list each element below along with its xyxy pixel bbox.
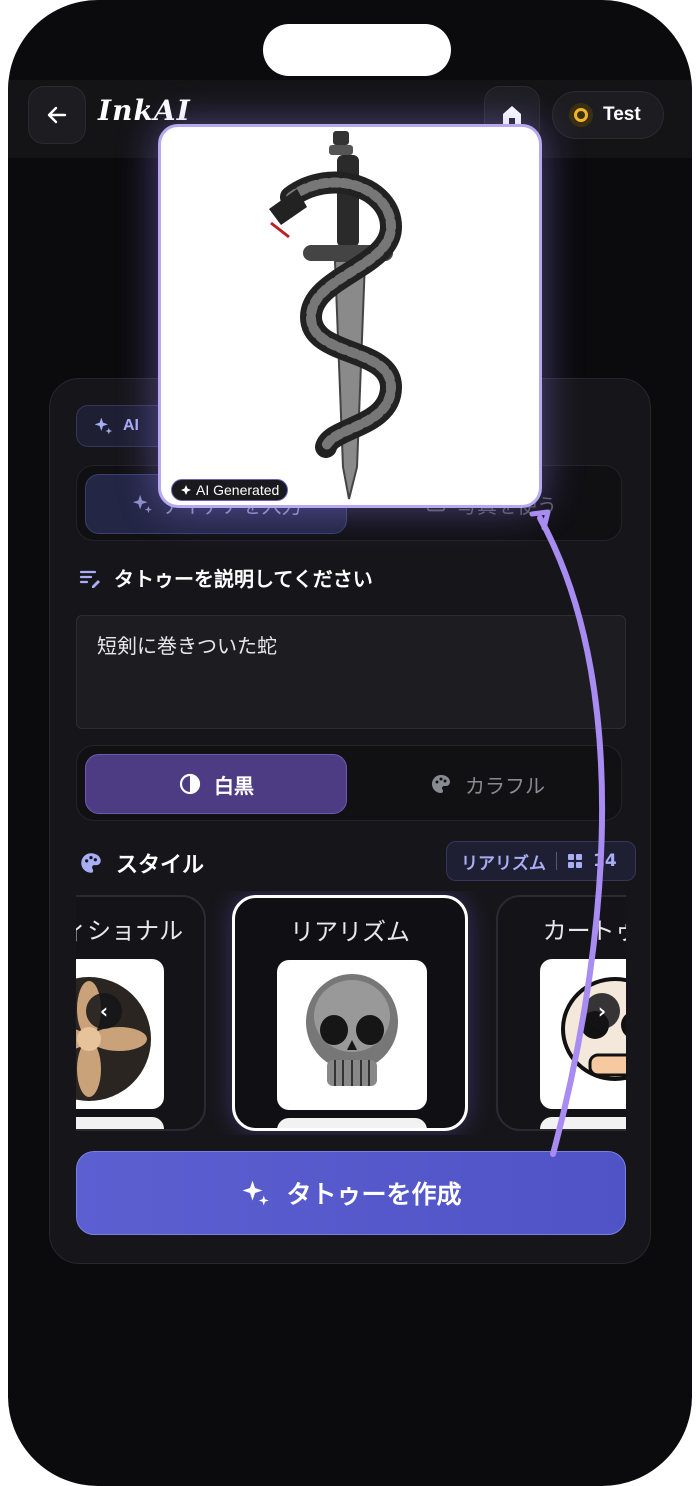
tone-option-colorful[interactable]: カラフル — [359, 754, 615, 814]
create-tattoo-button[interactable]: タトゥーを作成 — [76, 1151, 626, 1235]
tattoo-description-input[interactable]: 短剣に巻きついた蛇 — [76, 615, 626, 729]
style-thumbnail-2 — [76, 1117, 164, 1129]
sparkle-icon — [94, 417, 113, 435]
style-thumbnail-2 — [540, 1117, 626, 1129]
prompt-heading-label: タトゥーを説明してください — [114, 567, 373, 591]
style-carousel: トラディショナル ‹ リアリズム — [76, 891, 626, 1135]
palette-icon — [81, 853, 101, 873]
tone-toggle: 白黒 カラフル — [76, 745, 622, 821]
contrast-icon — [179, 773, 201, 795]
ai-badge-label: AI — [123, 417, 139, 434]
style-card-label: カートゥーン — [542, 917, 626, 945]
back-arrow-icon — [47, 106, 67, 124]
palette-icon — [431, 775, 450, 793]
style-card-realism[interactable]: リアリズム — [232, 895, 468, 1131]
style-count: 14 — [593, 851, 617, 871]
ai-generated-label: AI Generated — [196, 482, 280, 498]
tone-option-monochrome[interactable]: 白黒 — [85, 754, 347, 814]
style-thumbnail — [540, 959, 626, 1109]
tone-colorful-label: カラフル — [465, 773, 545, 798]
generator-card: AI アイデアを入力 写真を使う タトゥーを説明してください — [49, 378, 651, 1264]
sparkle-icon — [242, 1180, 270, 1206]
edit-lines-icon — [79, 570, 100, 588]
style-heading: スタイル — [78, 847, 204, 879]
generated-tattoo-preview[interactable]: AI Generated — [158, 124, 542, 508]
style-thumbnail-2 — [277, 1118, 427, 1128]
back-button[interactable] — [28, 86, 86, 144]
style-heading-label: スタイル — [116, 853, 205, 878]
style-card-label: リアリズム — [290, 918, 410, 946]
selected-style-label: リアリズム — [461, 853, 546, 874]
app-logo: InkAI — [98, 94, 191, 127]
dynamic-island — [263, 24, 451, 76]
chip-divider — [556, 852, 557, 870]
style-thumbnail — [277, 960, 427, 1110]
ai-generated-tag: AI Generated — [171, 479, 289, 501]
selected-style-chip[interactable]: リアリズム 14 — [446, 841, 636, 881]
sparkle-icon — [132, 494, 152, 514]
carousel-next-button[interactable]: › — [584, 993, 620, 1029]
style-thumbnail — [76, 959, 164, 1109]
style-card-label: トラディショナル — [76, 917, 184, 945]
tattoo-image — [269, 131, 403, 500]
prompt-heading: タトゥーを説明してください — [78, 563, 373, 592]
carousel-prev-button[interactable]: ‹ — [86, 993, 122, 1029]
user-name: Test — [603, 104, 641, 125]
tone-monochrome-label: 白黒 — [214, 773, 254, 798]
sparkle-icon — [181, 485, 191, 495]
grid-icon — [568, 854, 582, 868]
create-tattoo-label: タトゥーを作成 — [286, 1180, 462, 1209]
coin-icon — [569, 103, 593, 127]
user-account-pill[interactable]: Test — [552, 91, 664, 139]
